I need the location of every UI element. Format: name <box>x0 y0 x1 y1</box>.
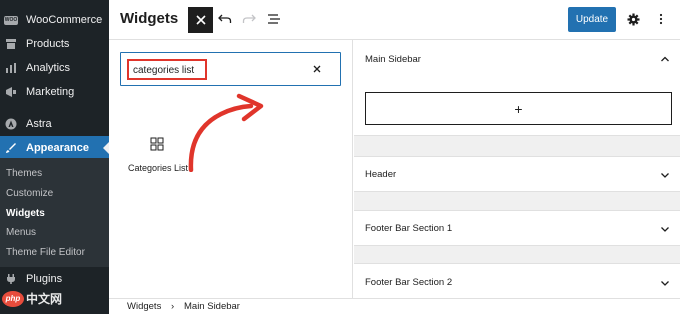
astra-icon <box>4 117 18 131</box>
widget-area-footer-bar-section-2[interactable]: Footer Bar Section 2 <box>354 263 680 299</box>
menu-item-appearance[interactable]: Appearance <box>0 136 109 160</box>
watermark-text: 中文网 <box>26 292 63 306</box>
settings-button[interactable] <box>625 11 641 27</box>
redo-button[interactable] <box>241 11 257 27</box>
more-options-button[interactable] <box>653 11 669 27</box>
clear-search-button[interactable] <box>310 62 324 76</box>
submenu-theme-file-editor[interactable]: Theme File Editor <box>6 247 85 258</box>
close-inserter-button[interactable] <box>188 7 213 33</box>
widget-areas: Main Sidebar + Header Footer Bar Section… <box>354 40 680 299</box>
menu-label: Appearance <box>26 142 89 154</box>
menu-item-analytics[interactable]: Analytics <box>0 56 109 80</box>
submenu-widgets[interactable]: Widgets <box>6 208 45 219</box>
watermark-badge: php <box>2 290 24 307</box>
chevron-up-icon[interactable] <box>660 54 670 64</box>
gear-icon <box>627 13 639 25</box>
menu-label: Analytics <box>26 62 71 74</box>
admin-sidebar: WOO WooCommerce Products Analytics Marke… <box>0 0 109 314</box>
widget-area-title: Footer Bar Section 1 <box>365 223 453 234</box>
menu-item-products[interactable]: Products <box>0 32 109 56</box>
archive-icon <box>4 37 18 51</box>
chevron-down-icon <box>661 173 669 178</box>
redo-icon <box>242 14 256 23</box>
block-inserter-panel: categories list Categories List <box>109 40 353 298</box>
block-result-categories-list[interactable]: Categories List <box>116 132 200 180</box>
grid-icon <box>150 137 164 151</box>
widget-area-header[interactable]: Header <box>354 156 680 192</box>
close-icon <box>195 15 206 25</box>
watermark: php 中文网 <box>2 290 62 307</box>
paintbrush-icon <box>4 141 18 155</box>
widget-area-title: Header <box>365 169 397 180</box>
submenu-customize[interactable]: Customize <box>6 188 53 199</box>
menu-item-marketing[interactable]: Marketing <box>0 80 109 104</box>
menu-label: Marketing <box>26 86 75 98</box>
menu-label: Astra <box>26 118 52 130</box>
breadcrumb-root[interactable]: Widgets <box>127 301 161 312</box>
bar-chart-icon <box>4 61 18 75</box>
chevron-down-icon <box>661 227 669 232</box>
block-result-label: Categories List <box>127 163 189 173</box>
page-title: Widgets <box>120 10 179 27</box>
plug-icon <box>4 272 18 286</box>
close-icon <box>313 65 321 73</box>
list-view-icon <box>268 14 280 24</box>
widget-area-main-sidebar: Main Sidebar + <box>354 40 680 136</box>
block-search-input[interactable]: categories list <box>120 52 341 86</box>
submenu-menus[interactable]: Menus <box>6 227 36 238</box>
breadcrumb-separator: › <box>171 301 175 312</box>
menu-label: Plugins <box>26 273 63 285</box>
update-button[interactable]: Update <box>568 7 616 32</box>
megaphone-icon <box>4 85 18 99</box>
menu-label: WooCommerce <box>26 14 103 26</box>
search-value: categories list <box>127 59 207 80</box>
editor-header: Widgets Update <box>109 0 680 40</box>
appearance-submenu: Themes Customize Widgets Menus Theme Fil… <box>0 158 109 267</box>
widget-area-title: Footer Bar Section 2 <box>365 277 453 288</box>
breadcrumb-current[interactable]: Main Sidebar <box>184 301 240 312</box>
menu-item-plugins[interactable]: Plugins <box>0 267 109 291</box>
submenu-themes[interactable]: Themes <box>6 168 42 179</box>
widget-area-title[interactable]: Main Sidebar <box>365 54 421 65</box>
list-view-button[interactable] <box>266 11 282 27</box>
chevron-down-icon <box>661 281 669 286</box>
more-vertical-icon <box>659 13 663 25</box>
menu-item-woocommerce[interactable]: WOO WooCommerce <box>0 8 109 32</box>
widget-area-footer-bar-section-1[interactable]: Footer Bar Section 1 <box>354 210 680 246</box>
plus-icon: + <box>514 100 523 117</box>
undo-icon <box>218 14 232 23</box>
menu-item-astra[interactable]: Astra <box>0 112 109 136</box>
undo-button[interactable] <box>217 11 233 27</box>
menu-label: Products <box>26 38 70 50</box>
breadcrumb: Widgets › Main Sidebar <box>109 298 680 314</box>
add-block-button[interactable]: + <box>365 92 672 125</box>
woo-icon: WOO <box>4 15 18 25</box>
